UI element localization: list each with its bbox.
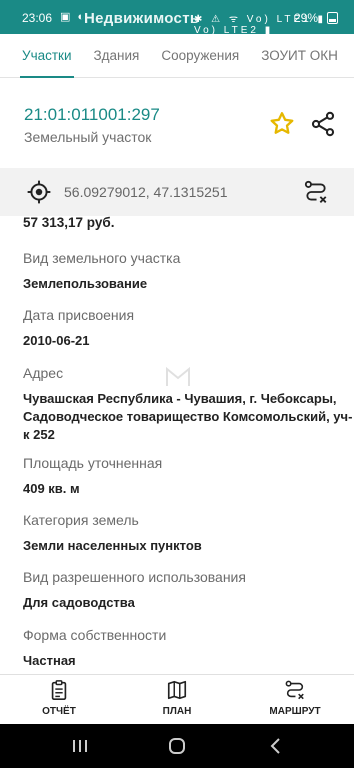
home-button[interactable]: [165, 736, 189, 756]
plan-label: ПЛАН: [162, 706, 192, 717]
recent-apps-icon: [73, 740, 87, 752]
parcel-header: 21:01:011001:297 Земельный участок: [0, 79, 354, 168]
favorite-button[interactable]: [268, 110, 296, 138]
share-icon: [311, 111, 335, 137]
watermark-logo-icon: [166, 366, 190, 386]
status-bar: 23:06 ▣ ◐ Недвижимость ✱ ⚠ ᯤ Vo) LTE1 ▮ …: [0, 0, 354, 36]
route-icon: [304, 180, 327, 203]
field-label: Форма собственности: [23, 627, 167, 643]
parcel-details: 57 313,17 руб. Вид земельного участка Зе…: [0, 216, 354, 674]
field-label: Категория земель: [23, 512, 139, 528]
field-value: Чувашская Республика - Чувашия, г. Чебок…: [23, 391, 353, 442]
tab-buildings[interactable]: Здания: [94, 34, 140, 78]
field-label: Вид земельного участка: [23, 250, 181, 266]
field-value: 409 кв. м: [23, 481, 80, 496]
battery-icon: [327, 12, 338, 24]
field-label: Дата присвоения: [23, 307, 135, 323]
field-area: Площадь уточненная 409 кв. м: [23, 454, 353, 498]
locate-button[interactable]: [26, 179, 52, 205]
recent-apps-button[interactable]: [68, 736, 92, 756]
map-icon: [167, 680, 187, 700]
battery-level: 29%: [294, 11, 319, 25]
system-navigation-bar: [0, 724, 354, 768]
tab-bar: Участки Здания Сооружения ЗОУИТ ОКН: [0, 34, 354, 78]
route-icon: [285, 680, 304, 700]
tab-structures[interactable]: Сооружения: [161, 34, 239, 78]
field-value: Землепользование: [23, 276, 148, 291]
field-assignment-date: Дата присвоения 2010-06-21: [23, 306, 353, 350]
back-button[interactable]: [264, 736, 288, 756]
tab-parcels[interactable]: Участки: [20, 34, 73, 78]
coordinates-value[interactable]: 56.09279012, 47.1315251: [64, 184, 228, 200]
share-button[interactable]: [309, 110, 337, 138]
report-icon: [51, 680, 67, 700]
report-button[interactable]: ОТЧЁТ: [14, 679, 104, 723]
route-nav-button[interactable]: МАРШРУТ: [250, 679, 340, 723]
tab-zouit-okn[interactable]: ЗОУИТ ОКН: [261, 34, 338, 78]
status-time: 23:06: [22, 11, 53, 25]
field-parcel-kind: Вид земельного участка Землепользование: [23, 249, 353, 293]
field-label: Площадь уточненная: [23, 455, 163, 471]
back-icon: [270, 738, 280, 754]
field-value: Земли населенных пунктов: [23, 538, 202, 553]
notification-icons: ▣ ◐: [60, 11, 87, 23]
field-value: Для садоводства: [23, 595, 135, 610]
crosshair-icon: [27, 180, 51, 204]
star-icon: [270, 112, 294, 134]
parcel-type: Земельный участок: [24, 129, 152, 145]
field-value: 2010-06-21: [23, 333, 90, 348]
cadastral-price: 57 313,17 руб.: [23, 216, 115, 230]
field-land-category: Категория земель Земли населенных пункто…: [23, 511, 353, 555]
field-value: Частная: [23, 653, 76, 668]
field-permitted-use: Вид разрешенного использования Для садов…: [23, 568, 353, 612]
cadastral-number[interactable]: 21:01:011001:297: [24, 105, 160, 125]
route-label: МАРШРУТ: [269, 706, 321, 717]
route-button[interactable]: [303, 179, 329, 205]
field-label: Вид разрешенного использования: [23, 569, 246, 585]
bottom-navigation: ОТЧЁТ ПЛАН МАРШРУТ: [0, 674, 354, 724]
plan-button[interactable]: ПЛАН: [132, 679, 222, 723]
home-icon: [169, 738, 185, 754]
app-title: Недвижимость: [84, 10, 200, 27]
field-ownership: Форма собственности Частная: [23, 626, 353, 670]
coordinates-row: 56.09279012, 47.1315251: [0, 168, 354, 216]
report-label: ОТЧЁТ: [42, 706, 76, 717]
